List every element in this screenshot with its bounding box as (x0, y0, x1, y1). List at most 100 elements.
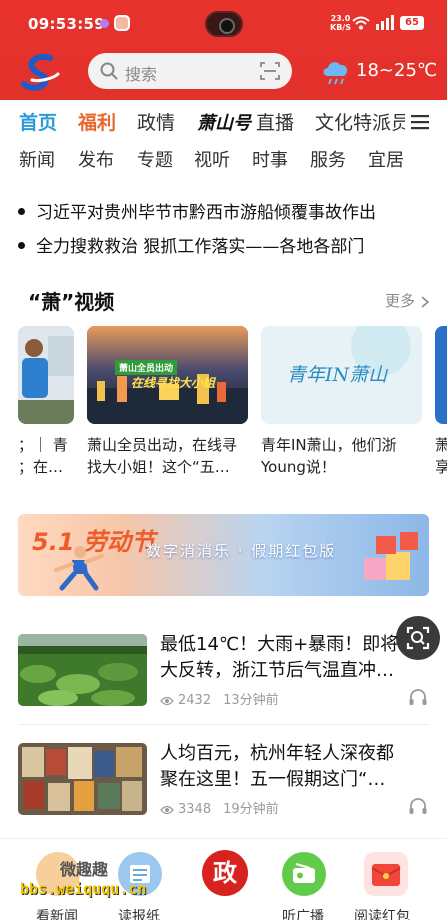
notification-dot-icon (100, 19, 109, 28)
scan-icon[interactable] (260, 62, 280, 80)
headline-item[interactable]: 习近平对贵州毕节市黔西市游船倾覆事故作出 (18, 198, 438, 223)
subtab-news[interactable]: 新闻 (19, 146, 55, 172)
headline-text: 全力搜救救治 狠抓工作落实——各地各部门 (36, 237, 365, 257)
subtab-services[interactable]: 服务 (310, 146, 346, 172)
views-eye-icon (160, 696, 174, 705)
video-caption-line: ；｜ 青 (18, 436, 68, 454)
nav-listen-radio-label[interactable]: 听广播 (282, 906, 324, 920)
chevron-right-icon (421, 295, 430, 308)
news-title-line: 人均百元，杭州年轻人深夜都 (160, 743, 394, 764)
video-caption-line: ；在… (18, 458, 64, 476)
gift-boxes-image (364, 532, 418, 580)
net-speed: 23.0 KB/S (330, 14, 351, 32)
headline-text: 习近平对贵州毕节市黔西市游船倾覆事故作出 (36, 203, 376, 223)
video-thumbnail[interactable] (18, 326, 74, 424)
watermark-url: bbs.weiququ.cn (20, 880, 147, 898)
tab-xiaoshan-hao[interactable]: 萧山号 (197, 109, 251, 135)
running-figure-image (54, 546, 104, 591)
news-thumbnail[interactable] (18, 743, 147, 815)
red-packet-icon (371, 864, 401, 886)
news-title-line: 大反转，浙江节后气温直冲… (160, 660, 394, 681)
tab-welfare[interactable]: 福利 (78, 108, 116, 135)
video-caption[interactable]: 萧 享 (435, 434, 447, 478)
video-more-link[interactable]: 更多 (385, 290, 430, 311)
video-caption-line: 享 (435, 458, 447, 476)
headline-item[interactable]: 全力搜救救治 狠抓工作落实——各地各部门 (18, 232, 438, 257)
channel-tabs: 首页 福利 政情 萧山号 直播 文化特派员 (0, 108, 447, 140)
headphones-icon[interactable] (408, 688, 428, 706)
news-time: 13分钟前 (223, 693, 279, 708)
subtab-current-affairs[interactable]: 时事 (252, 146, 288, 172)
weather-widget[interactable]: 18~25℃ (320, 56, 440, 86)
menu-icon[interactable] (410, 113, 430, 131)
banner-text: 数字消消乐 · 假期红包版 (146, 542, 337, 560)
app-header: 09:53:59 23.0 KB/S 65 搜索 18~25℃ (0, 0, 447, 100)
news-title[interactable]: 最低14℃！大雨+暴雨！即将 大反转，浙江节后气温直冲… (160, 632, 422, 684)
status-time: 09:53:59 (28, 15, 106, 33)
news-meta: 3348 19分钟前 (160, 798, 279, 817)
net-speed-value: 23.0 (330, 14, 351, 23)
video-caption-line: 萧 (435, 436, 447, 454)
wifi-icon (352, 16, 370, 30)
search-icon (100, 62, 118, 80)
tab-live[interactable]: 直播 (256, 108, 294, 135)
radio-icon (293, 863, 315, 883)
subtab-topics[interactable]: 专题 (137, 146, 173, 172)
subtab-release[interactable]: 发布 (78, 146, 114, 172)
video-caption-line: 青年IN萧山，他们浙 (261, 436, 397, 454)
tab-home[interactable]: 首页 (19, 108, 57, 135)
app-logo-icon[interactable] (20, 52, 62, 92)
lotus-field-image (18, 634, 147, 706)
news-meta: 2432 13分钟前 (160, 689, 279, 708)
headphones-icon[interactable] (408, 797, 428, 815)
subtab-audiovisual[interactable]: 视听 (194, 146, 230, 172)
video-caption[interactable]: 萧山全员出动，在线寻 找大小姐！这个“五… (87, 434, 248, 478)
more-label: 更多 (385, 292, 416, 310)
nav-listen-radio-icon[interactable] (282, 852, 326, 896)
news-views: 2432 (178, 693, 212, 708)
video-section-title: “萧”视频 (28, 290, 115, 314)
app-notification-icon (114, 15, 130, 31)
news-title[interactable]: 人均百元，杭州年轻人深夜都 聚在这里！五一假期这门“… (160, 741, 422, 793)
subtab-livable[interactable]: 宜居 (368, 146, 404, 172)
bullet-icon (18, 208, 25, 215)
watermark-text: 微趣趣 (60, 860, 109, 879)
vintage-posters-image (18, 743, 147, 815)
net-speed-unit: KB/S (330, 23, 351, 32)
nav-politics-center-button[interactable]: 政 (202, 850, 248, 896)
watermark: 微趣趣 bbs.weiququ.cn (20, 854, 190, 902)
cloud-rain-icon (323, 62, 348, 85)
video-caption-line: 找大小姐！这个“五… (87, 458, 230, 476)
news-thumbnail[interactable] (18, 634, 147, 706)
video-caption-line: 萧山全员出动，在线寻 (87, 436, 238, 454)
video-person-image (18, 326, 74, 424)
nav-read-red-packet-label[interactable]: 阅读红包 (354, 906, 410, 920)
search-bar[interactable]: 搜索 (88, 53, 292, 89)
nav-read-red-packet-icon[interactable] (364, 852, 408, 896)
search-placeholder: 搜索 (125, 65, 158, 84)
views-eye-icon (160, 805, 174, 814)
divider (18, 724, 429, 725)
video-thumb-title: 萧山全员出动 (115, 360, 178, 375)
tab-culture-envoy[interactable]: 文化特派员 (315, 108, 405, 135)
battery-icon: 65 (400, 16, 424, 30)
sub-channel-tabs: 新闻 发布 专题 视听 时事 服务 宜居 (0, 146, 447, 176)
video-thumbnail[interactable]: 萧山全员出动 在线寻找大小姐 (87, 326, 248, 424)
video-thumb-title: 在线寻找大小姐 (131, 376, 216, 390)
bullet-icon (18, 242, 25, 249)
weather-temperature: 18~25℃ (356, 60, 438, 81)
promo-banner[interactable]: 5.1 劳动节 数字消消乐 · 假期红包版 (18, 514, 429, 596)
video-thumbnail[interactable] (435, 326, 447, 424)
tab-politics[interactable]: 政情 (137, 108, 175, 135)
news-title-line: 聚在这里！五一假期这门“… (160, 769, 386, 790)
video-caption[interactable]: ；｜ 青 ；在… (18, 434, 74, 478)
news-time: 19分钟前 (223, 802, 279, 817)
video-thumbnail[interactable]: 青年IN萧山 (261, 326, 422, 424)
video-caption[interactable]: 青年IN萧山，他们浙 Young说！ (261, 434, 422, 478)
nav-read-newspaper-label[interactable]: 读报纸 (118, 906, 160, 920)
news-title-line: 最低14℃！大雨+暴雨！即将 (160, 634, 399, 655)
nav-watch-news-label[interactable]: 看新闻 (36, 906, 78, 920)
status-bar: 09:53:59 23.0 KB/S 65 (0, 0, 447, 48)
news-views: 3348 (178, 802, 212, 817)
front-camera (205, 11, 243, 37)
